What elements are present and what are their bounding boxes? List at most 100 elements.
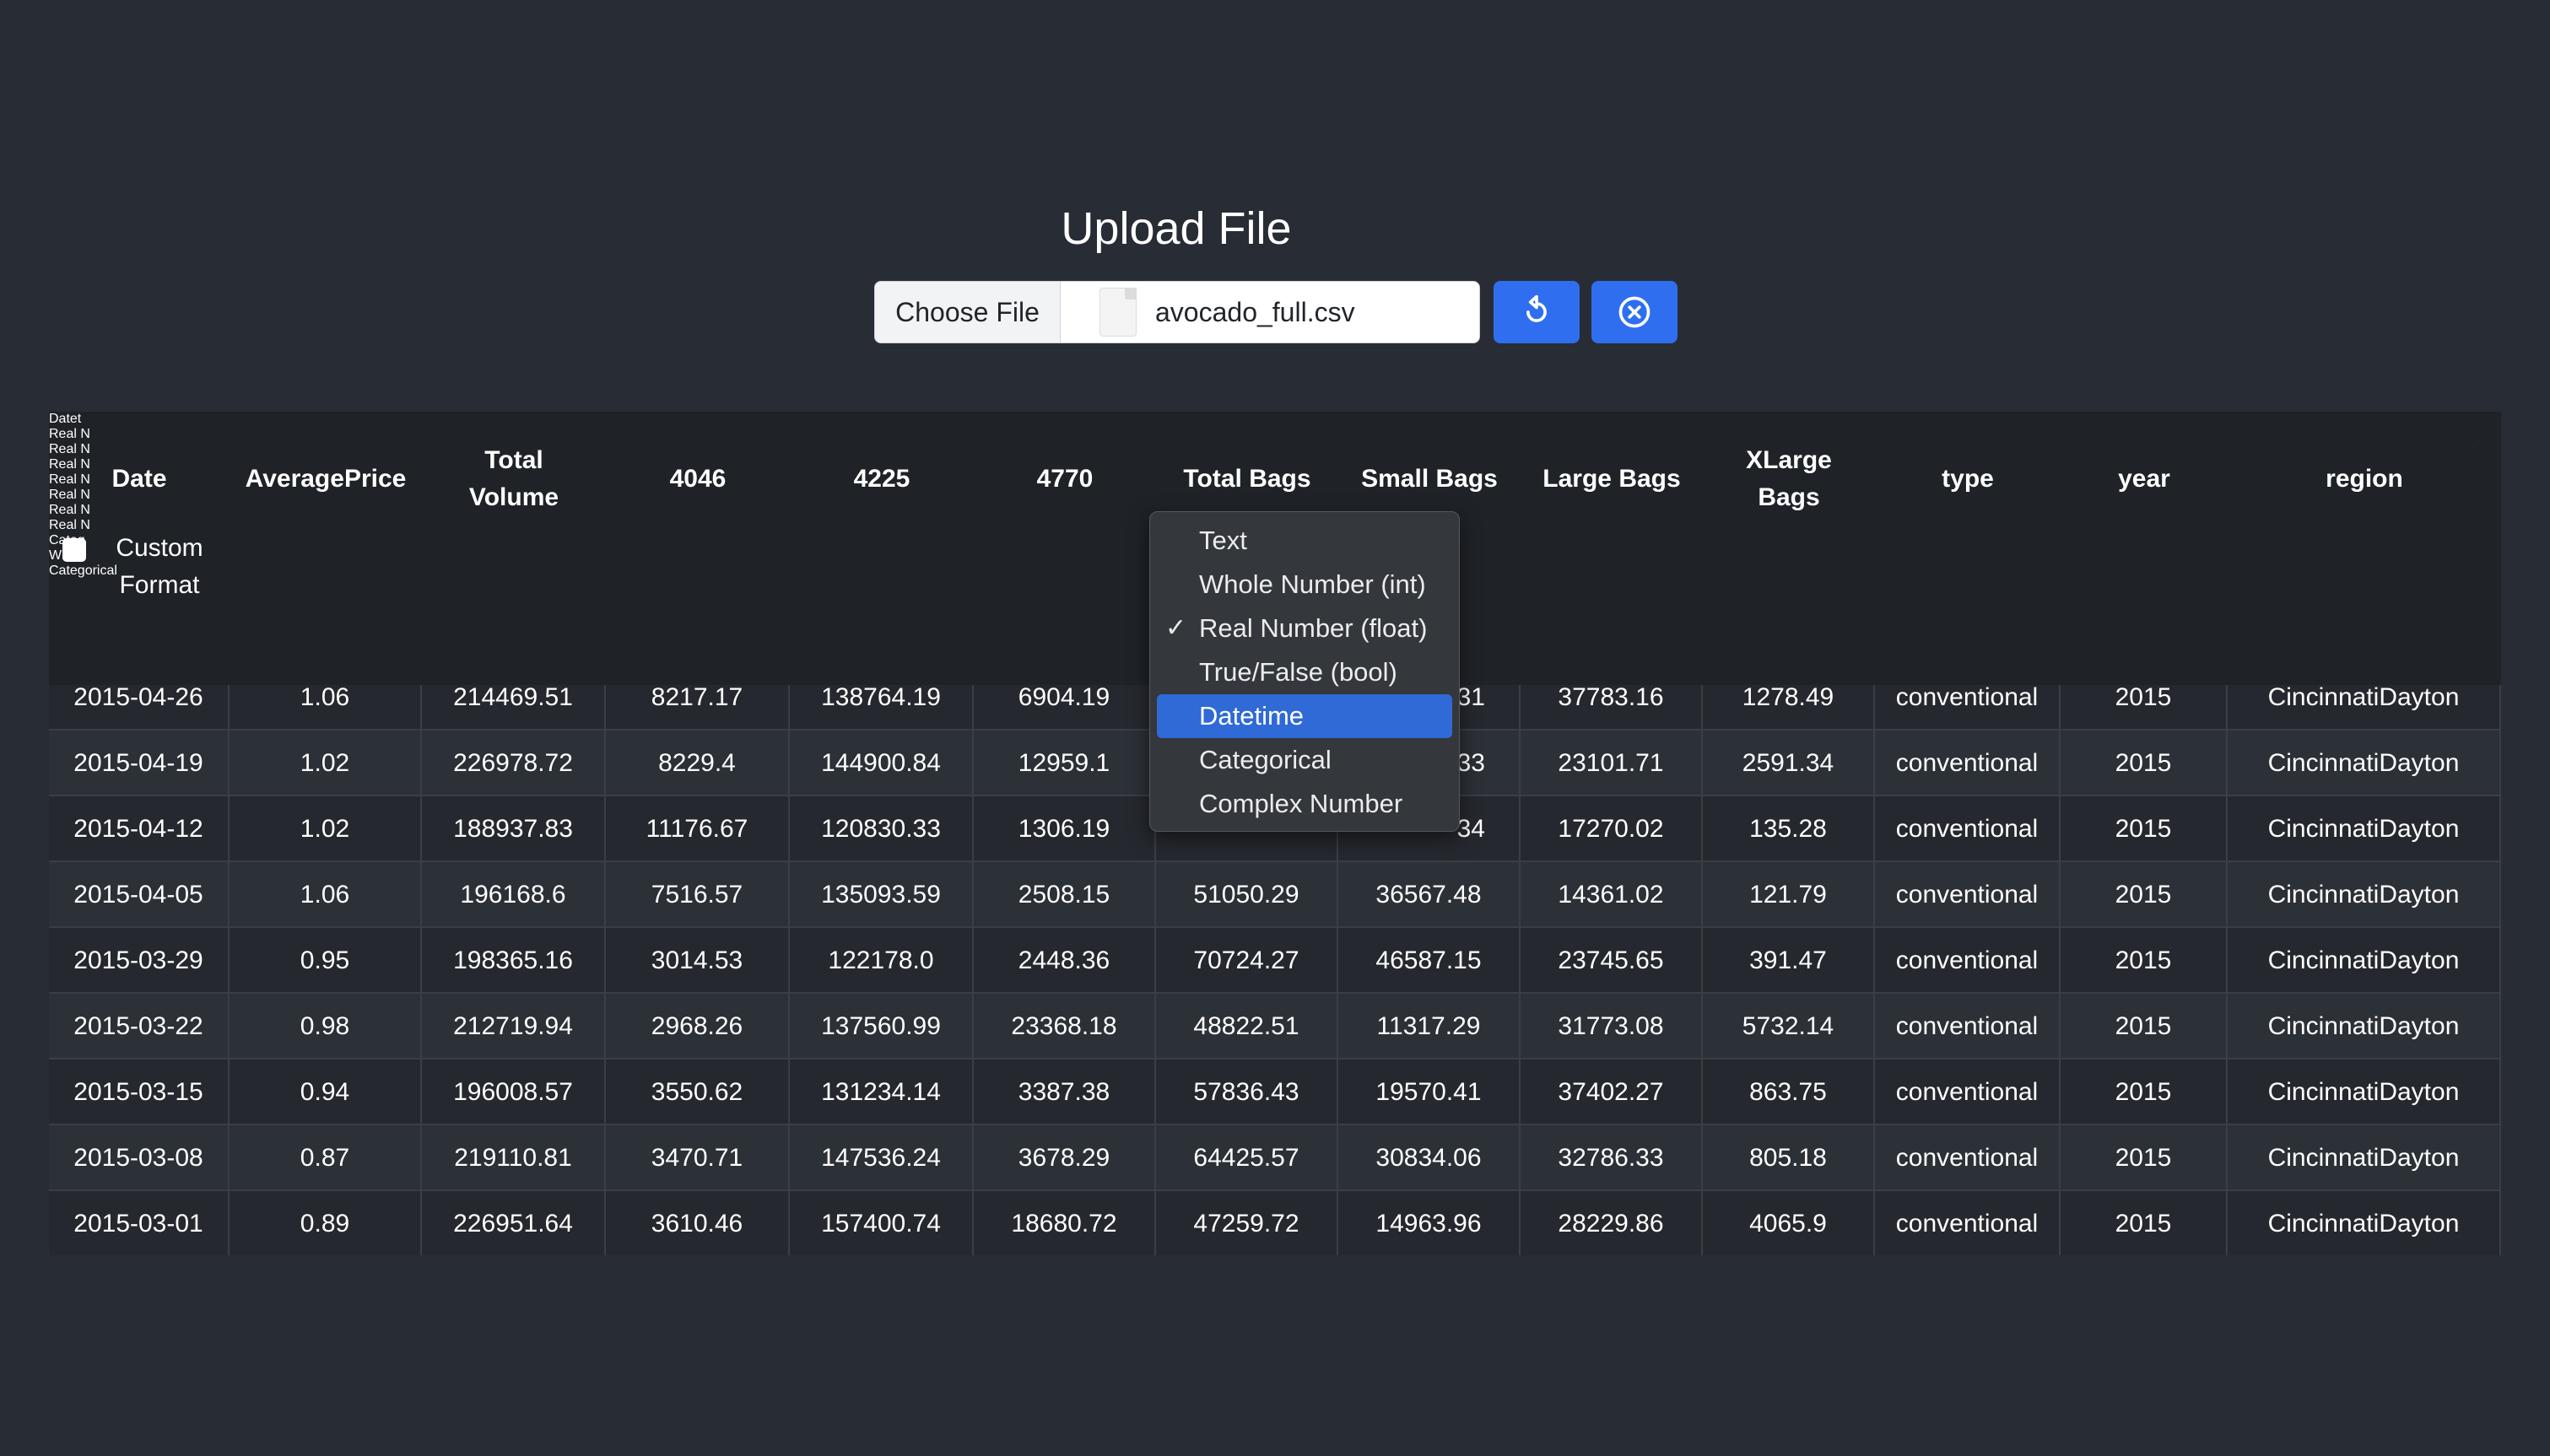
column-header: Date: [49, 412, 230, 685]
column-header: year: [2061, 412, 2228, 685]
table-cell: 2015: [2061, 928, 2228, 994]
table-cell: 2015: [2061, 796, 2228, 862]
table-cell: 2015-04-12: [49, 796, 230, 862]
table-cell: 120830.33: [790, 796, 974, 862]
table-cell: 2015-03-22: [49, 994, 230, 1060]
table-cell: conventional: [1875, 1060, 2061, 1125]
table-cell: 47259.72: [1156, 1191, 1338, 1255]
table-cell: 135.28: [1703, 796, 1875, 862]
menu-item-label: Whole Number (int): [1199, 569, 1426, 599]
table-cell: 863.75: [1703, 1060, 1875, 1125]
table-cell: 198365.16: [422, 928, 606, 994]
table-cell: 1.02: [230, 731, 422, 796]
file-document-icon: [1099, 288, 1137, 337]
table-cell: 48822.51: [1156, 994, 1338, 1060]
table-cell: 28229.86: [1521, 1191, 1703, 1255]
table-cell: 805.18: [1703, 1125, 1875, 1191]
menu-item-label: Complex Number: [1199, 789, 1403, 818]
table-cell: 3678.29: [974, 1125, 1156, 1191]
table-cell: 31773.08: [1521, 994, 1703, 1060]
table-cell: 196168.6: [422, 862, 606, 928]
column-type-menu: Text Whole Number (int) ✓ Real Number (floa…: [1149, 511, 1460, 832]
table-cell: 5732.14: [1703, 994, 1875, 1060]
table-cell: 2015: [2061, 1125, 2228, 1191]
file-input[interactable]: Choose File avocado_full.csv: [874, 281, 1480, 343]
table-cell: 188937.83: [422, 796, 606, 862]
table-cell: 2591.34: [1703, 731, 1875, 796]
clear-button[interactable]: [1591, 281, 1677, 343]
table-cell: 2015-04-19: [49, 731, 230, 796]
table-cell: 212719.94: [422, 994, 606, 1060]
column-header-label: AveragePrice: [245, 465, 407, 493]
table-row[interactable]: 2015-03-15 0.94 196008.57 3550.62 131234.14 3…: [49, 1060, 2501, 1125]
menu-item[interactable]: Categorical: [1157, 738, 1452, 782]
table-cell: 0.95: [230, 928, 422, 994]
table-cell: 57836.43: [1156, 1060, 1338, 1125]
file-name: avocado_full.csv: [1155, 296, 1355, 327]
table-row[interactable]: 2015-03-29 0.95 198365.16 3014.53 122178.0 24…: [49, 928, 2501, 994]
column-header-label: region: [2326, 465, 2403, 493]
table-cell: 11176.67: [606, 796, 790, 862]
table-cell: 1.02: [230, 796, 422, 862]
table-cell: 137560.99: [790, 994, 974, 1060]
table-cell: CincinnatiDayton: [2228, 1060, 2501, 1125]
table-cell: 0.98: [230, 994, 422, 1060]
choose-file-button[interactable]: Choose File: [875, 282, 1061, 342]
column-header: region: [2228, 412, 2501, 685]
table-cell: 147536.24: [790, 1125, 974, 1191]
column-header-label: Date: [111, 465, 167, 493]
table-cell: 2015-03-15: [49, 1060, 230, 1125]
table-cell: 17270.02: [1521, 796, 1703, 862]
table-cell: 23745.65: [1521, 928, 1703, 994]
table-cell: conventional: [1875, 1191, 2061, 1255]
table-cell: 70724.27: [1156, 928, 1338, 994]
table-row[interactable]: 2015-03-08 0.87 219110.81 3470.71 147536.24 3…: [49, 1125, 2501, 1191]
table-cell: 51050.29: [1156, 862, 1338, 928]
table-cell: 2448.36: [974, 928, 1156, 994]
menu-item[interactable]: True/False (bool): [1157, 650, 1452, 694]
close-circle-icon: [1618, 296, 1650, 328]
table-row[interactable]: 2015-04-05 1.06 196168.6 7516.57 135093.59 25…: [49, 862, 2501, 928]
table-cell: 14361.02: [1521, 862, 1703, 928]
menu-item[interactable]: Datetime: [1157, 694, 1452, 738]
refresh-icon: [1526, 294, 1547, 322]
table-cell: 2015-04-05: [49, 862, 230, 928]
table-cell: conventional: [1875, 796, 2061, 862]
column-header-label: 4770: [1036, 465, 1094, 493]
menu-item-label: True/False (bool): [1199, 657, 1397, 687]
table-cell: 131234.14: [790, 1060, 974, 1125]
table-cell: 19570.41: [1338, 1060, 1521, 1125]
table-row[interactable]: 2015-03-22 0.98 212719.94 2968.26 137560.99 2…: [49, 994, 2501, 1060]
table-cell: 2015: [2061, 1060, 2228, 1125]
table-cell: 196008.57: [422, 1060, 606, 1125]
menu-item[interactable]: Whole Number (int): [1157, 563, 1452, 607]
table-cell: 2015: [2061, 862, 2228, 928]
table-cell: 2015-03-08: [49, 1125, 230, 1191]
menu-item[interactable]: Text: [1157, 519, 1452, 563]
table-cell: CincinnatiDayton: [2228, 731, 2501, 796]
menu-item[interactable]: Complex Number: [1157, 782, 1452, 826]
menu-item[interactable]: ✓ Real Number (float): [1157, 607, 1452, 650]
table-cell: 14963.96: [1338, 1191, 1521, 1255]
upload-title: Upload File: [1061, 203, 1292, 254]
table-cell: 0.94: [230, 1060, 422, 1125]
table-cell: 36567.48: [1338, 862, 1521, 928]
table-row[interactable]: 2015-03-01 0.89 226951.64 3610.46 157400.74 1…: [49, 1191, 2501, 1255]
column-header-label: year: [2118, 465, 2170, 493]
menu-item-label: Datetime: [1199, 701, 1305, 731]
table-cell: conventional: [1875, 862, 2061, 928]
table-cell: CincinnatiDayton: [2228, 1125, 2501, 1191]
table-cell: 18680.72: [974, 1191, 1156, 1255]
table-cell: 2015: [2061, 731, 2228, 796]
column-header-label: Total Volume: [468, 446, 559, 511]
menu-item-label: Categorical: [1199, 745, 1332, 774]
table-cell: 144900.84: [790, 731, 974, 796]
column-header-label: 4046: [669, 465, 727, 493]
table-cell: 3550.62: [606, 1060, 790, 1125]
column-header: type: [1875, 412, 2061, 685]
reset-button[interactable]: [1494, 281, 1580, 343]
table-cell: 135093.59: [790, 862, 974, 928]
table-cell: 3610.46: [606, 1191, 790, 1255]
table-cell: 37402.27: [1521, 1060, 1703, 1125]
table-cell: 391.47: [1703, 928, 1875, 994]
